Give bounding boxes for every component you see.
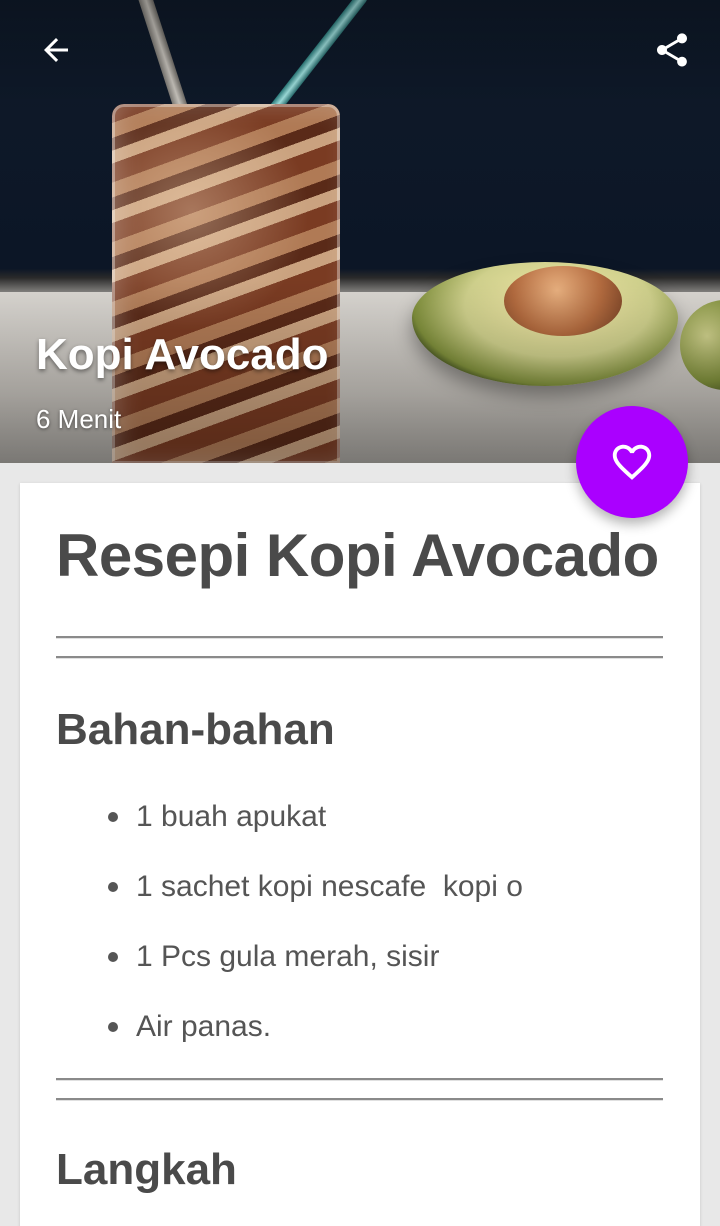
header-image: Kopi Avocado 6 Menit bbox=[0, 0, 720, 463]
list-item: Air panas. bbox=[106, 1005, 523, 1075]
favorite-button[interactable] bbox=[576, 406, 688, 518]
list-item: 1 Pcs gula merah, sisir bbox=[106, 935, 523, 1005]
recipe-card: Resepi Kopi Avocado Bahan-bahan 1 buah a… bbox=[20, 483, 700, 1226]
ingredients-list: 1 buah apukat 1 sachet kopi nescafe kopi… bbox=[106, 795, 523, 1075]
list-item: 1 buah apukat bbox=[106, 795, 523, 865]
divider bbox=[56, 1078, 663, 1102]
recipe-title: Kopi Avocado bbox=[36, 330, 329, 379]
recipe-heading: Resepi Kopi Avocado bbox=[56, 522, 659, 589]
recipe-duration: 6 Menit bbox=[36, 404, 122, 434]
divider bbox=[56, 636, 663, 660]
share-button[interactable] bbox=[648, 26, 696, 74]
share-icon bbox=[657, 33, 687, 67]
arrow-left-icon bbox=[44, 38, 68, 62]
steps-heading: Langkah bbox=[56, 1145, 237, 1194]
list-item: 1 sachet kopi nescafe kopi o bbox=[106, 865, 523, 935]
ingredients-heading: Bahan-bahan bbox=[56, 705, 335, 754]
back-button[interactable] bbox=[32, 26, 80, 74]
heart-outline-icon bbox=[612, 444, 652, 480]
